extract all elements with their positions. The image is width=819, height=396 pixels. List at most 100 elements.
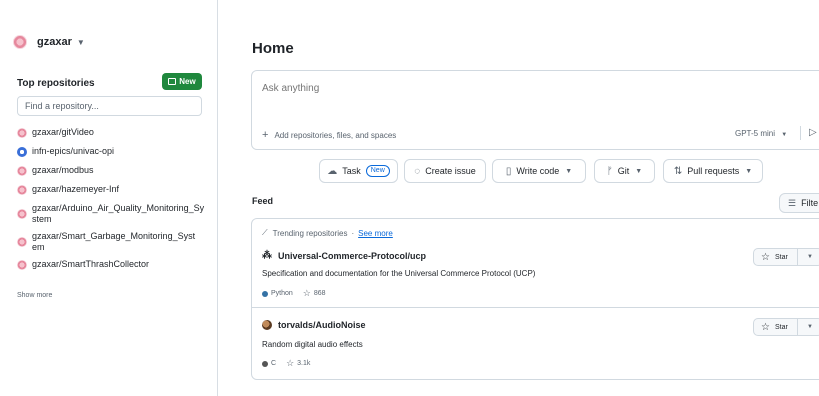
filter-button[interactable]: ☰ Filte (779, 193, 819, 213)
create-issue-chip[interactable]: ◌ Create issue (404, 159, 486, 183)
repo-meta: C ☆ 3.1k (262, 358, 310, 369)
star-toggle[interactable]: ☆ Star (754, 249, 798, 265)
avatar (17, 237, 27, 247)
send-icon[interactable]: ▷ (809, 127, 817, 138)
chip-label: Task (342, 166, 361, 176)
model-label: GPT-5 mini (735, 129, 776, 138)
chip-label: Pull requests (687, 166, 740, 176)
list-item[interactable]: gzaxar/gitVideo (17, 127, 207, 138)
repo-title[interactable]: ⁂ Universal-Commerce-Protocol/ucp (262, 250, 426, 261)
star-count: 3.1k (297, 360, 311, 367)
feed-card: torvalds/AudioNoise Random digital audio… (251, 308, 819, 380)
graph-icon: ⟋ (262, 228, 268, 237)
user-switcher[interactable]: gzaxar ▼ (13, 35, 85, 49)
repo-description: Random digital audio effects (262, 340, 363, 349)
repo-link[interactable]: gzaxar/SmartThrashCollector (32, 259, 149, 270)
filter-icon: ☰ (788, 197, 797, 208)
user-avatar-icon (262, 320, 272, 330)
copilot-icon: ☁ (327, 165, 338, 177)
list-item[interactable]: gzaxar/SmartThrashCollector (17, 259, 207, 270)
page-title: Home (252, 40, 294, 57)
chevron-down-icon: ▼ (781, 132, 788, 138)
repo-link[interactable]: gzaxar/Arduino_Air_Quality_Monitoring_Sy… (32, 203, 207, 225)
list-item[interactable]: gzaxar/hazemeyer-Inf (17, 184, 207, 195)
repo-name[interactable]: torvalds/AudioNoise (278, 320, 366, 330)
repo-language: Python (271, 290, 293, 297)
repo-icon (168, 78, 177, 85)
pull-requests-chip[interactable]: ⇅ Pull requests ▼ (663, 159, 763, 183)
issue-icon: ◌ (414, 165, 421, 177)
top-repositories-title: Top repositories (17, 78, 95, 89)
star-list-dropdown[interactable]: ▼ (798, 324, 819, 330)
write-code-chip[interactable]: ▯ Write code ▼ (492, 159, 586, 183)
list-item[interactable]: infn-epics/univac-opi (17, 146, 207, 157)
repo-language: C (271, 360, 277, 367)
star-button[interactable]: ☆ Star ▼ (753, 318, 819, 336)
star-icon: ☆ (302, 288, 311, 298)
model-selector[interactable]: GPT-5 mini ▼ (735, 129, 787, 138)
repo-link[interactable]: gzaxar/gitVideo (32, 127, 94, 138)
new-repository-button[interactable]: New (162, 73, 202, 90)
separator: · (351, 228, 355, 238)
new-button-label: New (179, 77, 196, 86)
list-item[interactable]: gzaxar/modbus (17, 165, 207, 176)
list-item[interactable]: gzaxar/Smart_Garbage_Monitoring_System (17, 231, 207, 253)
avatar (17, 185, 27, 195)
show-more-link[interactable]: Show more (17, 292, 52, 299)
plus-icon: + (262, 129, 269, 141)
trending-header: ⟋ Trending repositories · See more (262, 228, 393, 238)
avatar (17, 260, 27, 270)
star-button[interactable]: ☆ Star ▼ (753, 248, 819, 266)
add-repositories-button[interactable]: + Add repositories, files, and spaces (262, 129, 396, 141)
chevron-down-icon: ▼ (565, 167, 573, 175)
file-icon: ▯ (505, 165, 512, 177)
repository-list: gzaxar/gitVideo infn-epics/univac-opi gz… (17, 127, 207, 278)
star-toggle[interactable]: ☆ Star (754, 319, 798, 335)
filter-label: Filte (801, 198, 819, 208)
ask-input[interactable] (262, 83, 662, 94)
divider (800, 126, 801, 140)
star-list-dropdown[interactable]: ▼ (798, 254, 819, 260)
sidebar: gzaxar ▼ Top repositories New gzaxar/git… (0, 0, 218, 396)
star-icon: ☆ (761, 321, 770, 333)
task-chip[interactable]: ☁ Task New (319, 159, 398, 183)
user-avatar (13, 35, 27, 49)
repo-link[interactable]: infn-epics/univac-opi (32, 146, 114, 157)
star-icon: ☆ (286, 358, 295, 368)
language-dot (262, 360, 268, 367)
chip-label: Write code (516, 166, 560, 176)
feed-card: ⟋ Trending repositories · See more ⁂ Uni… (251, 218, 819, 308)
star-label: Star (774, 253, 788, 261)
avatar (17, 147, 27, 157)
repo-name[interactable]: Universal-Commerce-Protocol/ucp (278, 251, 426, 261)
star-icon: ☆ (761, 251, 770, 263)
repo-link[interactable]: gzaxar/Smart_Garbage_Monitoring_System (32, 231, 200, 253)
add-repositories-label: Add repositories, files, and spaces (274, 130, 397, 140)
chip-label: Create issue (425, 166, 476, 176)
repo-title[interactable]: torvalds/AudioNoise (262, 320, 366, 330)
username: gzaxar (37, 36, 72, 48)
find-repository-input[interactable] (17, 96, 202, 116)
star-label: Star (774, 323, 788, 331)
git-chip[interactable]: ᚠ Git ▼ (594, 159, 655, 183)
repo-link[interactable]: gzaxar/hazemeyer-Inf (32, 184, 119, 195)
chevron-down-icon: ▼ (635, 167, 643, 175)
git-branch-icon: ᚠ (606, 165, 613, 177)
trending-label: Trending repositories (272, 228, 348, 238)
see-more-link[interactable]: See more (358, 229, 393, 238)
chip-label: Git (617, 166, 630, 176)
chevron-down-icon: ▼ (745, 167, 753, 175)
list-item[interactable]: gzaxar/Arduino_Air_Quality_Monitoring_Sy… (17, 203, 207, 225)
repo-description: Specification and documentation for the … (262, 269, 536, 278)
repo-meta: Python ☆ 868 (262, 288, 326, 299)
avatar (17, 128, 27, 138)
chevron-down-icon: ▼ (76, 37, 85, 47)
language-dot (262, 290, 268, 297)
star-count: 868 (313, 290, 326, 297)
feed-title: Feed (252, 196, 274, 206)
copilot-ask-box: + Add repositories, files, and spaces GP… (251, 70, 819, 150)
avatar (17, 209, 27, 219)
avatar (17, 166, 27, 176)
repo-link[interactable]: gzaxar/modbus (32, 165, 94, 176)
new-badge: New (365, 165, 390, 177)
